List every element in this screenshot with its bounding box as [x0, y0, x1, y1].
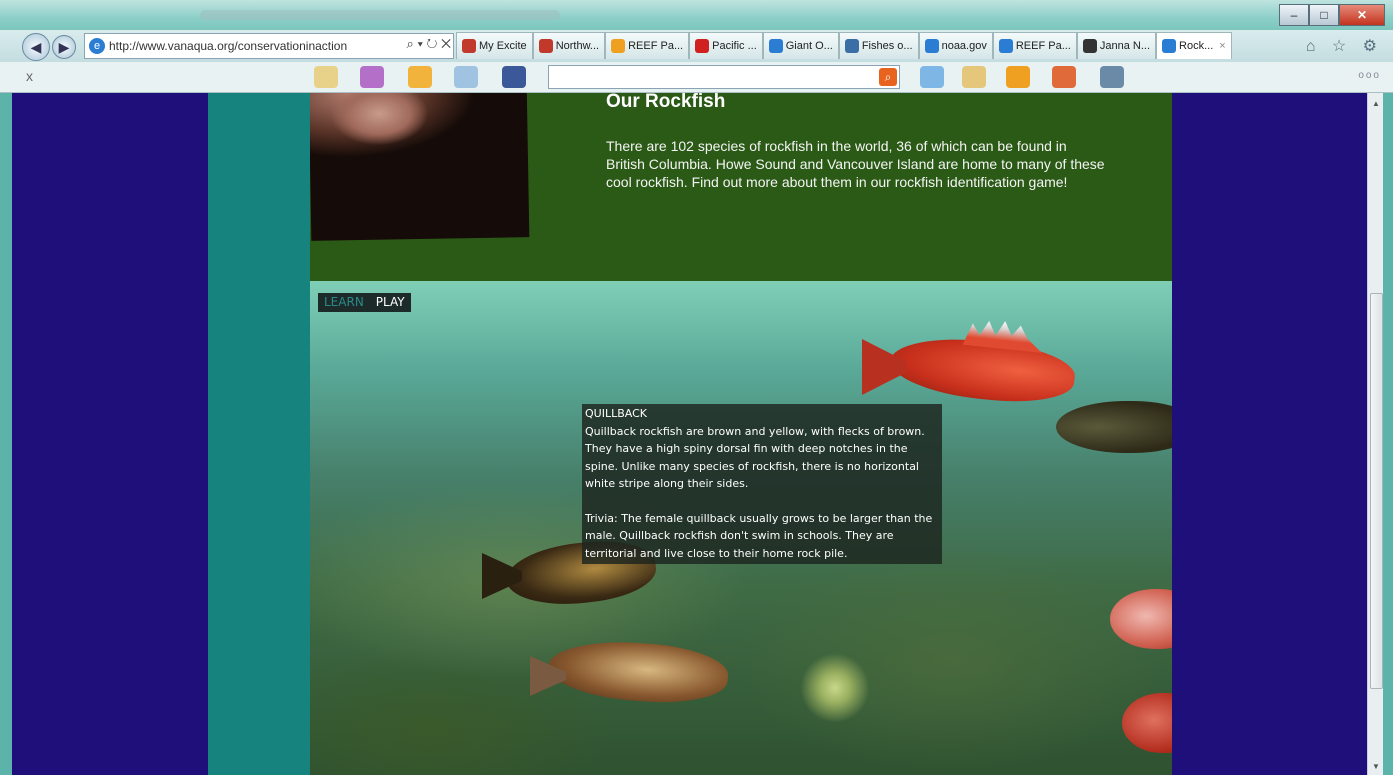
close-tab-icon[interactable]: ×	[1219, 40, 1225, 52]
browser-menu-icons[interactable]: ⌂ ☆ ⚙	[1306, 36, 1383, 56]
tab-label: noaa.gov	[941, 40, 987, 52]
rockfish-game: LEARN PLAY QUILLBACK Quillback rockfish …	[310, 281, 1172, 775]
browser-tab[interactable]: Pacific ...	[689, 32, 763, 59]
tab-learn[interactable]: LEARN	[318, 293, 370, 312]
scroll-up-icon[interactable]: ▲	[1372, 99, 1380, 108]
species-info-box: QUILLBACK Quillback rockfish are brown a…	[582, 404, 942, 564]
rockfish-intro-panel: Our Rockfish There are 102 species of ro…	[310, 93, 1172, 281]
toolbar-close-icon[interactable]: x	[26, 68, 33, 84]
tab-label: Fishes o...	[861, 40, 913, 52]
minimize-button[interactable]: –	[1279, 4, 1309, 26]
tab-favicon-icon	[695, 39, 710, 53]
rockfish-photo	[310, 93, 530, 241]
browser-tab[interactable]: REEF Pa...	[605, 32, 690, 59]
sun-tool-icon[interactable]	[408, 66, 432, 88]
mail-tool-icon[interactable]	[454, 66, 478, 88]
page-viewport: Our Rockfish There are 102 species of ro…	[12, 93, 1367, 775]
tab-play[interactable]: PLAY	[370, 293, 411, 312]
tab-label: REEF Pa...	[1015, 40, 1071, 52]
facebook-icon[interactable]	[502, 66, 526, 88]
window-title-blur	[200, 10, 560, 20]
tab-label: Northw...	[555, 40, 600, 52]
tab-favicon-icon	[998, 39, 1013, 53]
browser-tab[interactable]: My Excite	[456, 32, 533, 59]
tab-label: Pacific ...	[712, 40, 757, 52]
browser-tab[interactable]: Northw...	[532, 32, 606, 59]
game-mode-tabs: LEARN PLAY	[318, 293, 411, 312]
toolbar-search-input[interactable]: ⌕	[548, 65, 900, 89]
window-title-bar: – □ ✕	[0, 0, 1393, 30]
browser-tab[interactable]: REEF Pa...	[992, 32, 1077, 59]
tab-label: Janna N...	[1099, 40, 1151, 52]
toolbar-overflow-icon[interactable]: ooo	[1358, 70, 1381, 81]
forward-arrow-icon: ▶	[58, 38, 70, 55]
sea-anemone	[800, 653, 870, 723]
search-icon[interactable]: ⌕	[879, 68, 897, 86]
species-description: Quillback rockfish are brown and yellow,…	[585, 424, 925, 491]
address-bar[interactable]: e http://www.vanaqua.org/conservationina…	[84, 33, 454, 59]
video-tool-icon[interactable]	[1100, 66, 1124, 88]
ie-page-icon: e	[89, 38, 105, 54]
tab-label: Giant O...	[785, 40, 833, 52]
games-tool-icon[interactable]	[360, 66, 384, 88]
maximize-button[interactable]: □	[1309, 4, 1339, 26]
tab-favicon-icon	[462, 39, 476, 53]
tab-favicon-icon	[611, 39, 626, 53]
scrollbar-thumb[interactable]	[1370, 293, 1383, 689]
navigation-bar: ◀ ▶ e http://www.vanaqua.org/conservatio…	[0, 30, 1393, 63]
species-trivia: Trivia: The female quillback usually gro…	[585, 511, 933, 560]
weather-tool-icon[interactable]	[314, 66, 338, 88]
address-controls[interactable]: ⌕ ▾ ↻ ✕	[402, 36, 451, 52]
page-title: Our Rockfish	[606, 93, 726, 112]
tab-label: REEF Pa...	[628, 40, 684, 52]
red-rockfish[interactable]	[887, 331, 1078, 409]
scroll-down-icon[interactable]: ▼	[1372, 762, 1380, 771]
brown-rockfish-right[interactable]	[1056, 401, 1172, 453]
intro-text: There are 102 species of rockfish in the…	[606, 138, 1105, 190]
back-button[interactable]: ◀	[22, 33, 50, 61]
back-arrow-icon: ◀	[30, 38, 42, 55]
tab-favicon-icon	[1082, 39, 1097, 53]
browser-tab[interactable]: Janna N...	[1076, 32, 1157, 59]
tab-favicon-icon	[538, 39, 553, 53]
species-heading: QUILLBACK	[585, 407, 647, 420]
close-window-button[interactable]: ✕	[1339, 4, 1385, 26]
forward-button[interactable]: ▶	[52, 35, 76, 59]
browser-tab[interactable]: noaa.gov	[918, 32, 993, 59]
red-rockfish-dorsal-fin	[963, 317, 1045, 353]
left-teal-column	[208, 93, 310, 775]
like-tool-icon[interactable]	[920, 66, 944, 88]
notify-tool-icon[interactable]	[1006, 66, 1030, 88]
red-rockfish-tail	[862, 339, 906, 395]
tab-favicon-icon	[1162, 39, 1177, 53]
toolbar: x ⌕ ooo	[0, 62, 1393, 93]
browser-tab[interactable]: Giant O...	[762, 32, 839, 59]
tab-favicon-icon	[768, 39, 783, 53]
ticket-tool-icon[interactable]	[962, 66, 986, 88]
browser-tab[interactable]: Rock... ×	[1156, 32, 1232, 59]
megaphone-tool-icon[interactable]	[1052, 66, 1076, 88]
copper-rockfish[interactable]	[546, 636, 730, 708]
address-url[interactable]: http://www.vanaqua.org/conservationinact…	[109, 39, 347, 53]
tab-strip: My Excite Northw... REEF Pa... Pacific ... G…	[456, 32, 1232, 60]
red-rockfish-bottom[interactable]	[1122, 693, 1172, 753]
pink-rockfish[interactable]	[1110, 589, 1172, 649]
window-right-border	[1383, 93, 1393, 775]
vertical-scrollbar[interactable]: ▲ ▼	[1367, 93, 1384, 775]
window-controls: – □ ✕	[1279, 4, 1385, 26]
tab-favicon-icon	[844, 39, 859, 53]
tab-label: Rock...	[1179, 40, 1214, 52]
tab-label: My Excite	[479, 40, 527, 52]
browser-tab[interactable]: Fishes o...	[838, 32, 919, 59]
tab-favicon-icon	[924, 39, 939, 53]
